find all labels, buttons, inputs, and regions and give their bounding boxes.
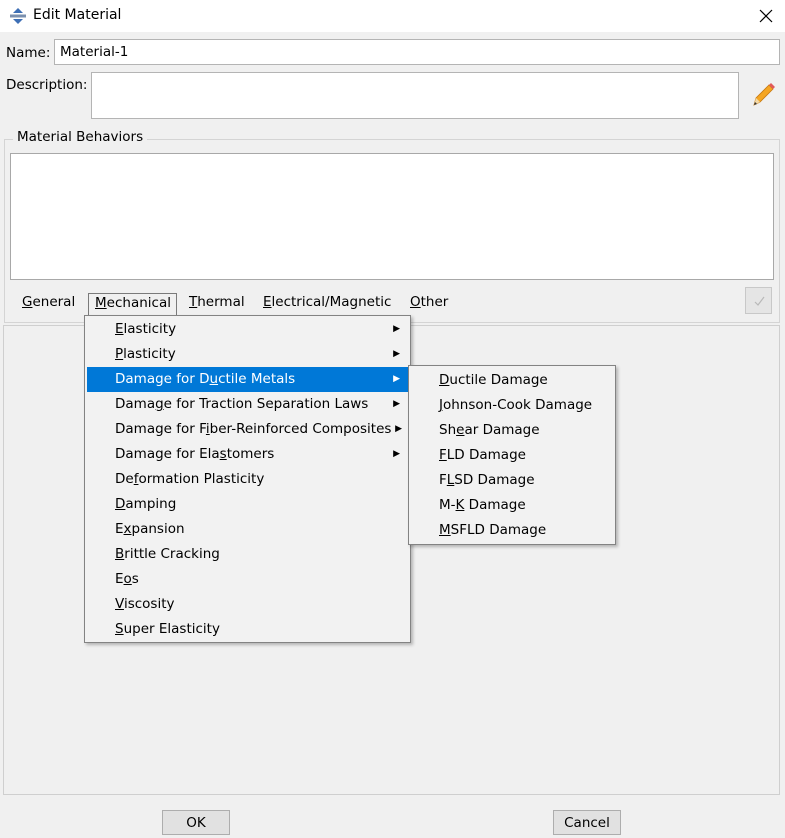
abaqus-icon — [9, 7, 27, 25]
menu-thermal[interactable]: Thermal — [189, 293, 245, 315]
menu-item-damage-traction-separation[interactable]: Damage for Traction Separation Laws ▶ — [87, 392, 408, 417]
menu-item-eos[interactable]: Eos — [87, 567, 408, 592]
submenu-item-flsd-damage[interactable]: FLSD Damage — [411, 468, 613, 493]
menu-item-damping[interactable]: Damping — [87, 492, 408, 517]
submenu-arrow-icon: ▶ — [393, 449, 400, 459]
submenu-item-johnson-cook-damage[interactable]: Johnson-Cook Damage — [411, 393, 613, 418]
submenu-item-fld-damage[interactable]: FLD Damage — [411, 443, 613, 468]
mechanical-menu: Elasticity ▶ Plasticity ▶ Damage for Ducti… — [84, 315, 411, 643]
submenu-arrow-icon: ▶ — [393, 399, 400, 409]
submenu-arrow-icon: ▶ — [393, 324, 400, 334]
checkmark-icon — [754, 296, 764, 306]
menu-general[interactable]: General — [22, 293, 75, 315]
group-title: Material Behaviors — [13, 129, 148, 145]
name-input[interactable] — [54, 39, 780, 65]
ok-button[interactable]: OK — [162, 810, 230, 835]
menu-other[interactable]: Other — [410, 293, 448, 315]
tool-button[interactable] — [745, 287, 772, 314]
close-icon — [759, 9, 773, 23]
menu-item-brittle-cracking[interactable]: Brittle Cracking — [87, 542, 408, 567]
submenu-arrow-icon: ▶ — [395, 424, 402, 434]
menu-mechanical[interactable]: Mechanical — [88, 293, 177, 315]
menu-electrical-magnetic[interactable]: Electrical/Magnetic — [263, 293, 391, 315]
submenu-arrow-icon: ▶ — [393, 349, 400, 359]
cancel-button[interactable]: Cancel — [553, 810, 621, 835]
edit-description-button[interactable] — [748, 80, 778, 110]
menu-item-damage-fiber-composites[interactable]: Damage for Fiber-Reinforced Composites ▶ — [87, 417, 408, 442]
menu-item-viscosity[interactable]: Viscosity — [87, 592, 408, 617]
menu-item-elasticity[interactable]: Elasticity ▶ — [87, 317, 408, 342]
menu-item-super-elasticity[interactable]: Super Elasticity — [87, 617, 408, 642]
window-title: Edit Material — [33, 7, 122, 23]
submenu-item-shear-damage[interactable]: Shear Damage — [411, 418, 613, 443]
behaviors-list[interactable] — [10, 153, 774, 280]
ductile-damage-submenu: Ductile Damage Johnson-Cook Damage Shear… — [408, 365, 616, 545]
description-input[interactable] — [91, 72, 739, 119]
menu-item-expansion[interactable]: Expansion — [87, 517, 408, 542]
close-button[interactable] — [750, 2, 782, 30]
description-label: Description: — [6, 77, 88, 93]
name-label: Name: — [6, 45, 51, 61]
menu-item-deformation-plasticity[interactable]: Deformation Plasticity — [87, 467, 408, 492]
submenu-arrow-icon: ▶ — [393, 374, 400, 384]
menu-item-damage-ductile-metals[interactable]: Damage for Ductile Metals ▶ — [87, 367, 408, 392]
submenu-item-msfld-damage[interactable]: MSFLD Damage — [411, 518, 613, 543]
menu-item-damage-elastomers[interactable]: Damage for Elastomers ▶ — [87, 442, 408, 467]
menu-item-plasticity[interactable]: Plasticity ▶ — [87, 342, 408, 367]
submenu-item-mk-damage[interactable]: M-K Damage — [411, 493, 613, 518]
submenu-item-ductile-damage[interactable]: Ductile Damage — [411, 368, 613, 393]
pencil-icon — [753, 83, 775, 106]
